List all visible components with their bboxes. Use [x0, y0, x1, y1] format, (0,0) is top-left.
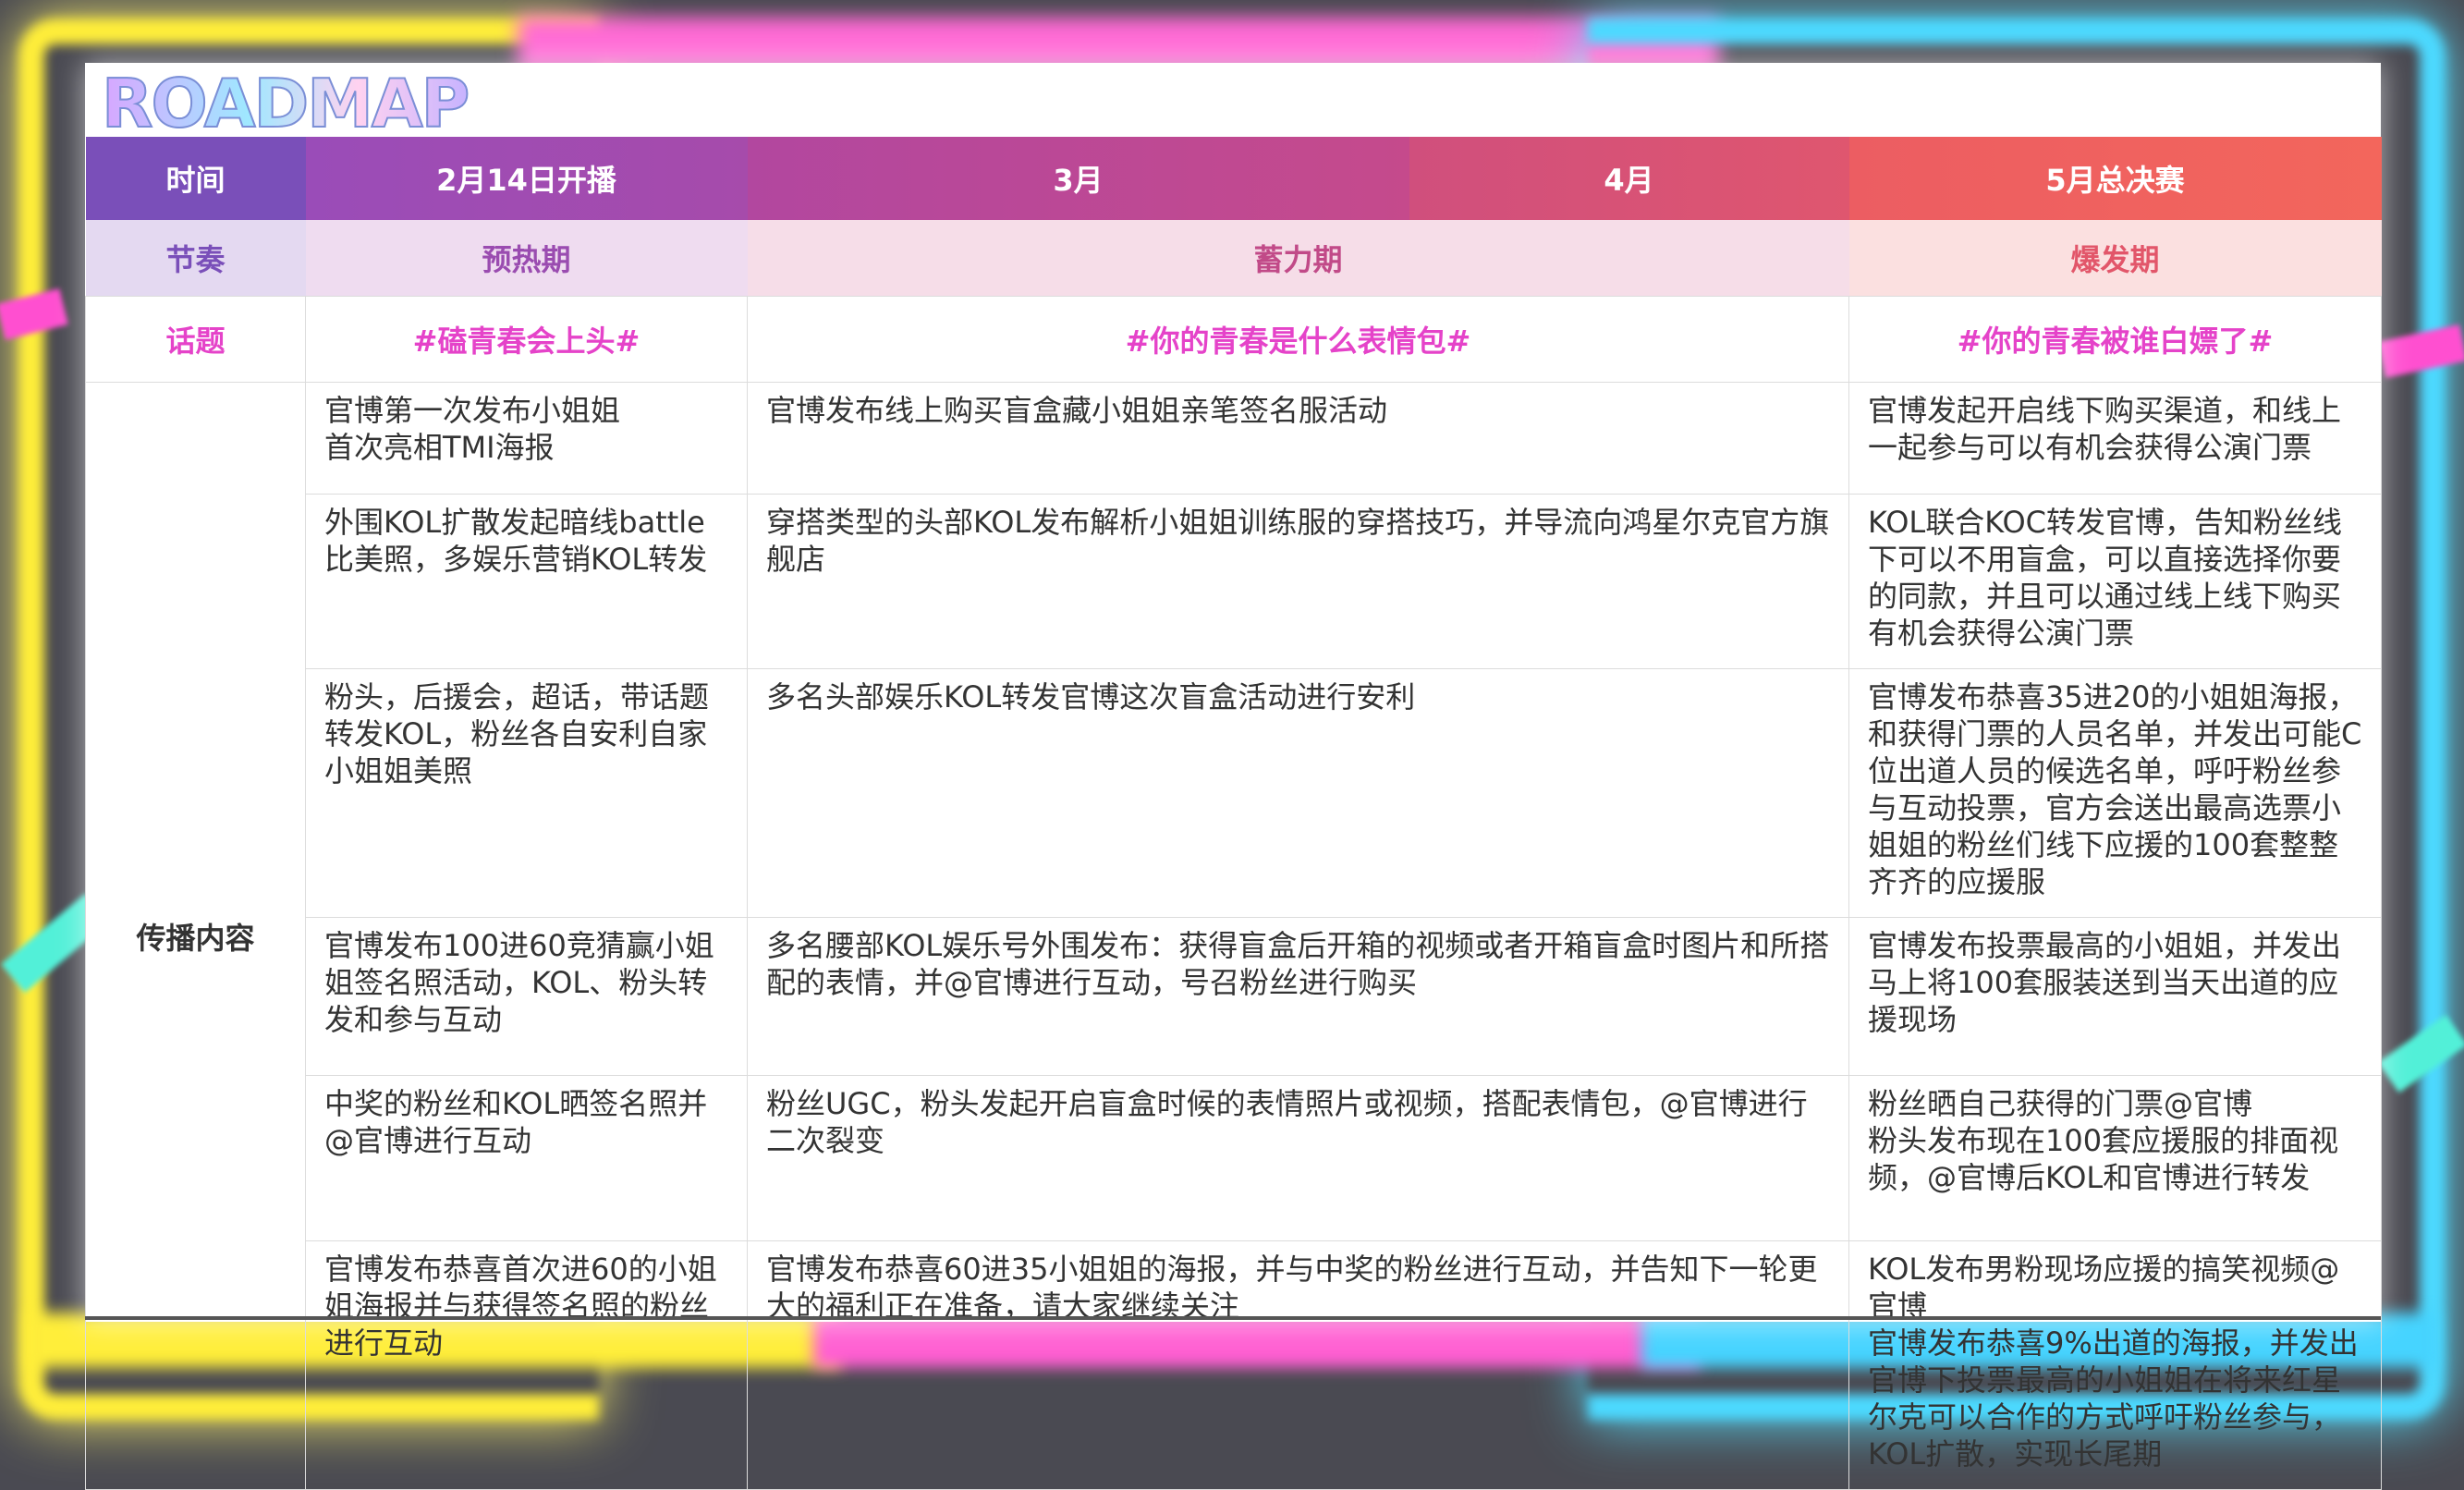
content-cell: 官博发布恭喜60进35小姐姐的海报，并与中奖的粉丝进行互动，并告知下一轮更大的福…: [747, 1240, 1849, 1490]
content-cell: 粉头，后援会，超话，带话题转发KOL，粉丝各自安利自家小姐姐美照: [305, 668, 748, 918]
time-header-row: 时间 2月14日开播 3月 4月 5月总决赛: [85, 137, 2382, 220]
rhythm-row: 节奏 预热期 蓄力期 爆发期: [85, 220, 2382, 297]
roadmap-slide: ROADMAP 时间 2月14日开播 3月 4月 5月总决赛 节奏 预热期 蓄力…: [85, 63, 2382, 1490]
content-cell: 官博发布恭喜35进20的小姐姐海报，和获得门票的人员名单，并发出可能C位出道人员…: [1848, 668, 2382, 918]
content-row: 中奖的粉丝和KOL晒签名照并@官博进行互动 粉丝UGC，粉头发起开启盲盒时候的表…: [86, 1075, 2382, 1241]
topic-buildup: #你的青春是什么表情包#: [747, 296, 1849, 383]
phase-apr: 4月: [1409, 137, 1849, 220]
content-row: 传播内容 官博第一次发布小姐姐 首次亮相TMI海报 官博发布线上购买盲盒藏小姐姐…: [85, 382, 2382, 1490]
content-cell: 多名头部娱乐KOL转发官博这次盲盒活动进行安利: [747, 668, 1849, 918]
content-cell: 粉丝UGC，粉头发起开启盲盒时候的表情照片或视频，搭配表情包，@官博进行二次裂变: [747, 1075, 1849, 1241]
content-cell: 官博发布投票最高的小姐姐，并发出马上将100套服装送到当天出道的应援现场: [1848, 917, 2382, 1076]
rhythm-burst: 爆发期: [1848, 220, 2382, 297]
topic-warmup: #磕青春会上头#: [305, 296, 748, 383]
topic-burst: #你的青春被谁白嫖了#: [1848, 296, 2382, 383]
content-cell: KOL发布男粉现场应援的搞笑视频@官博 官博发布恭喜9%出道的海报，并发出官博下…: [1848, 1240, 2382, 1490]
content-row: 官博发布100进60竞猜赢小姐姐签名照活动，KOL、粉头转发和参与互动 多名腰部…: [86, 917, 2382, 1076]
phase-may: 5月总决赛: [1848, 137, 2382, 220]
rhythm-label: 节奏: [85, 220, 306, 297]
time-label: 时间: [85, 137, 306, 220]
content-cell: 多名腰部KOL娱乐号外围发布：获得盲盒后开箱的视频或者开箱盲盒时图片和所搭配的表…: [747, 917, 1849, 1076]
phase-feb: 2月14日开播: [305, 137, 748, 220]
content-label: 传播内容: [85, 382, 306, 1490]
rhythm-buildup: 蓄力期: [747, 220, 1849, 297]
topic-row: 话题 #磕青春会上头# #你的青春是什么表情包# #你的青春被谁白嫖了#: [85, 296, 2382, 383]
rhythm-warmup: 预热期: [305, 220, 748, 297]
content-cell: 官博发布恭喜首次进60的小姐姐海报并与获得签名照的粉丝进行互动: [305, 1240, 748, 1490]
content-cell: 官博第一次发布小姐姐 首次亮相TMI海报: [305, 382, 748, 495]
content-cell: 官博发起开启线下购买渠道，和线上一起参与可以有机会获得公演门票: [1848, 382, 2382, 495]
phase-mar: 3月: [747, 137, 1409, 220]
content-row: 外围KOL扩散发起暗线battle比美照，多娱乐营销KOL转发 穿搭类型的头部K…: [86, 494, 2382, 669]
content-cell: 粉丝晒自己获得的门票@官博 粉头发布现在100套应援服的排面视频，@官博后KOL…: [1848, 1075, 2382, 1241]
roadmap-title: ROADMAP: [101, 65, 470, 142]
topic-label: 话题: [85, 296, 306, 383]
roadmap-table: 时间 2月14日开播 3月 4月 5月总决赛 节奏 预热期 蓄力期 爆发期 话题…: [85, 137, 2382, 1490]
content-cell: 外围KOL扩散发起暗线battle比美照，多娱乐营销KOL转发: [305, 494, 748, 669]
content-row: 官博发布恭喜首次进60的小姐姐海报并与获得签名照的粉丝进行互动 官博发布恭喜60…: [86, 1240, 2382, 1490]
content-row: 粉头，后援会，超话，带话题转发KOL，粉丝各自安利自家小姐姐美照 多名头部娱乐K…: [86, 668, 2382, 918]
content-cell: 官博发布线上购买盲盒藏小姐姐亲笔签名服活动: [747, 382, 1849, 495]
content-cell: 中奖的粉丝和KOL晒签名照并@官博进行互动: [305, 1075, 748, 1241]
content-cell: 穿搭类型的头部KOL发布解析小姐姐训练服的穿搭技巧，并导流向鸿星尔克官方旗舰店: [747, 494, 1849, 669]
content-cell: KOL联合KOC转发官博，告知粉丝线下可以不用盲盒，可以直接选择你要的同款，并且…: [1848, 494, 2382, 669]
table-bottom-rule: [85, 1316, 2381, 1320]
content-cell: 官博发布100进60竞猜赢小姐姐签名照活动，KOL、粉头转发和参与互动: [305, 917, 748, 1076]
